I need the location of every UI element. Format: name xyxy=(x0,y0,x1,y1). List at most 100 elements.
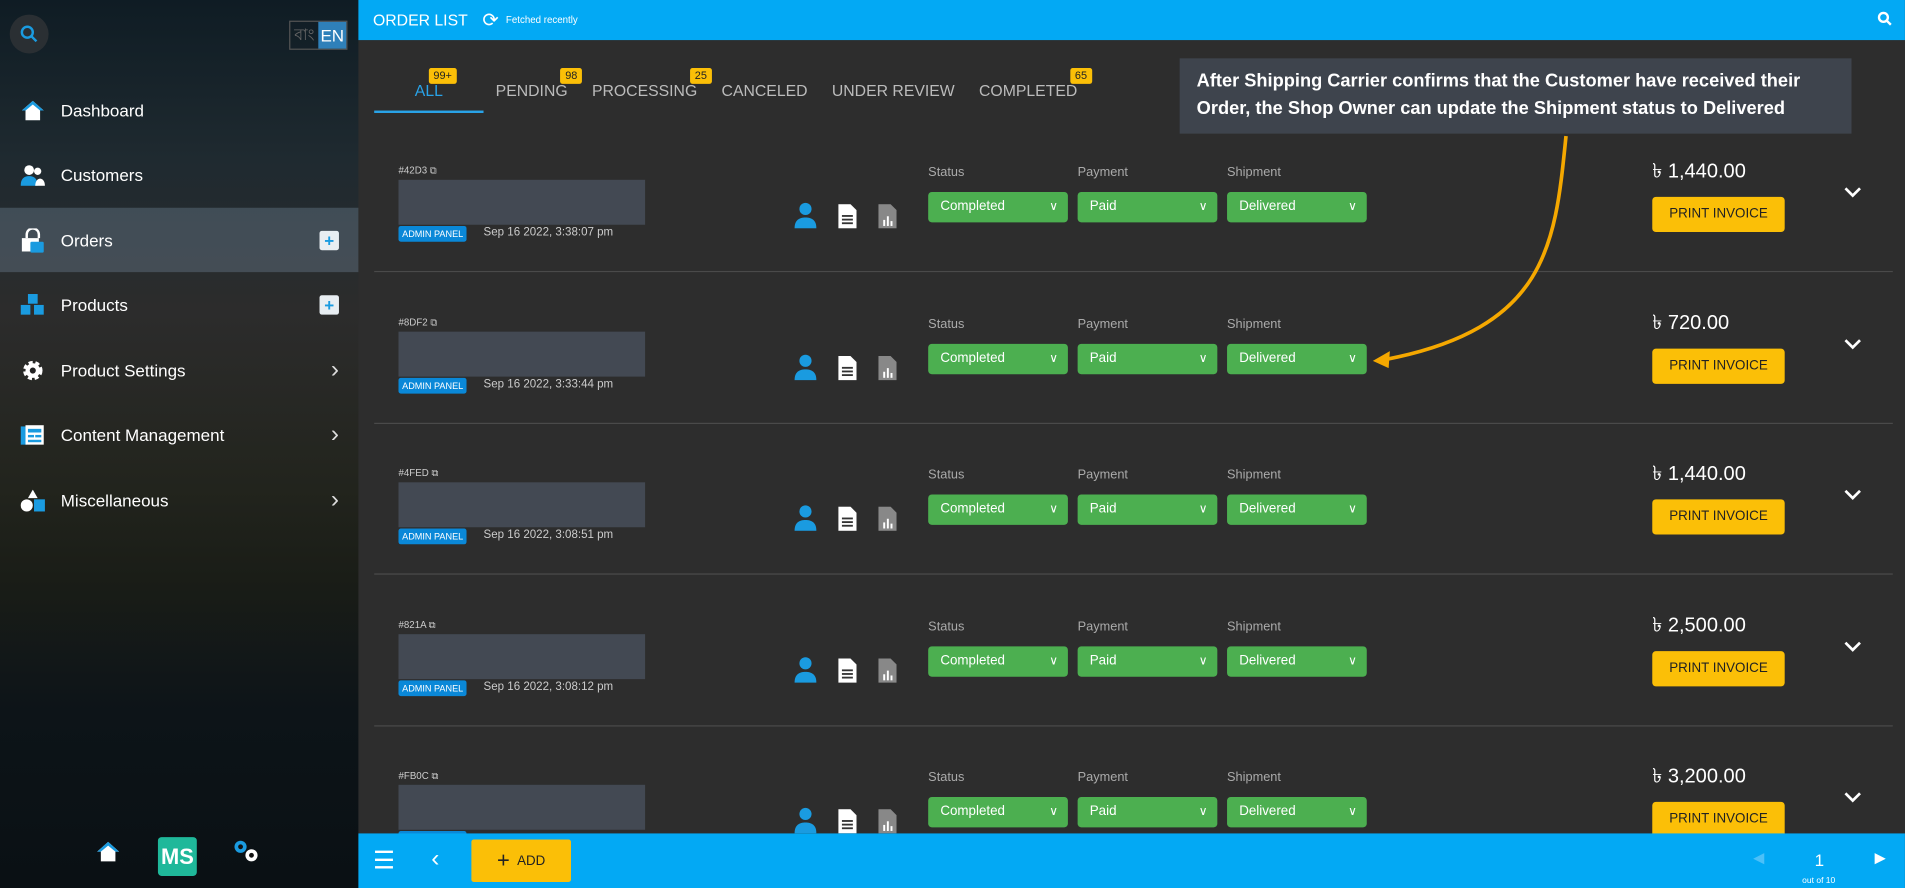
chevron-right-icon[interactable]: › xyxy=(331,486,339,514)
tab-label: CANCELED xyxy=(721,81,808,100)
print-invoice-button[interactable]: PRINT INVOICE xyxy=(1652,348,1785,384)
status-select[interactable]: Completed ∨ xyxy=(928,191,1068,223)
invoice-document-icon[interactable] xyxy=(838,355,857,385)
status-select[interactable]: Completed ∨ xyxy=(928,796,1068,828)
payment-select[interactable]: Paid ∨ xyxy=(1077,191,1218,223)
tab-all[interactable]: ALL 99+ xyxy=(374,68,484,113)
next-page-button[interactable]: ▶ xyxy=(1875,849,1886,866)
expand-chevron-icon[interactable] xyxy=(1844,787,1861,809)
payment-select[interactable]: Paid ∨ xyxy=(1077,494,1218,525)
tab-completed[interactable]: COMPLETED 65 xyxy=(967,68,1092,113)
customer-icon[interactable] xyxy=(794,202,817,235)
report-chart-icon[interactable] xyxy=(878,204,897,234)
order-amount: ৳ 1,440.00 xyxy=(1652,160,1746,183)
copy-icon[interactable]: ⧉ xyxy=(431,468,438,479)
customer-info-redacted xyxy=(398,331,646,377)
expand-chevron-icon[interactable] xyxy=(1844,182,1861,204)
sidebar-item-miscellaneous[interactable]: Miscellaneous › xyxy=(0,468,358,532)
invoice-document-icon[interactable] xyxy=(838,204,857,234)
shipment-select[interactable]: Delivered ∨ xyxy=(1227,796,1367,828)
tab-label: PENDING xyxy=(495,81,568,100)
status-value: Completed xyxy=(940,501,1005,517)
menu-icon[interactable]: ☰ xyxy=(373,846,395,876)
sidebar-item-content-management[interactable]: Content Management › xyxy=(0,403,358,467)
status-select[interactable]: Completed ∨ xyxy=(928,494,1068,525)
status-select[interactable]: Completed ∨ xyxy=(928,343,1068,374)
prev-page-button[interactable]: ◀ xyxy=(1753,849,1764,866)
payment-select[interactable]: Paid ∨ xyxy=(1077,645,1218,677)
search-icon[interactable] xyxy=(1877,11,1893,33)
back-button[interactable]: ‹ xyxy=(431,846,439,874)
print-invoice-button[interactable]: PRINT INVOICE xyxy=(1652,650,1785,686)
search-button[interactable] xyxy=(9,14,49,54)
home-icon[interactable] xyxy=(95,838,122,865)
shipment-select[interactable]: Delivered ∨ xyxy=(1227,343,1367,374)
add-products-button[interactable]: + xyxy=(319,295,339,315)
print-invoice-button[interactable]: PRINT INVOICE xyxy=(1652,196,1785,233)
copy-icon[interactable]: ⧉ xyxy=(431,770,438,781)
sidebar-item-orders[interactable]: Orders + xyxy=(0,207,359,273)
shipment-select[interactable]: Delivered ∨ xyxy=(1227,645,1367,677)
copy-icon[interactable]: ⧉ xyxy=(430,165,437,176)
order-date: Sep 16 2022, 3:08:12 pm xyxy=(483,679,614,694)
tab-processing[interactable]: PROCESSING 25 xyxy=(580,68,712,113)
copy-icon[interactable]: ⧉ xyxy=(430,316,437,327)
order-id[interactable]: #821A ⧉ xyxy=(398,619,435,631)
payment-label: Payment xyxy=(1077,618,1128,634)
search-icon xyxy=(20,25,38,43)
sidebar-item-products[interactable]: Products + xyxy=(0,273,358,337)
print-invoice-button[interactable]: PRINT INVOICE xyxy=(1652,801,1785,838)
invoice-document-icon[interactable] xyxy=(838,657,857,688)
shapes-icon xyxy=(20,488,45,512)
sidebar-item-dashboard[interactable]: Dashboard xyxy=(0,78,358,142)
source-badge: ADMIN PANEL xyxy=(398,377,467,394)
print-invoice-button[interactable]: PRINT INVOICE xyxy=(1652,499,1785,535)
tab-pending[interactable]: PENDING 98 xyxy=(484,68,583,113)
order-date: Sep 16 2022, 3:38:07 pm xyxy=(483,225,614,240)
order-id[interactable]: #8DF2 ⧉ xyxy=(398,316,437,328)
tab-count-badge: 99+ xyxy=(428,68,457,84)
status-value: Completed xyxy=(940,350,1005,366)
tab-canceled[interactable]: CANCELED xyxy=(709,70,819,113)
order-id[interactable]: #42D3 ⧉ xyxy=(398,165,436,177)
sidebar-item-product-settings[interactable]: Product Settings › xyxy=(0,338,358,402)
add-orders-button[interactable]: + xyxy=(319,230,339,250)
report-chart-icon[interactable] xyxy=(878,355,897,385)
refresh-icon[interactable]: ⟳ xyxy=(482,8,498,32)
payment-select[interactable]: Paid ∨ xyxy=(1077,796,1218,828)
order-id-text: #8DF2 xyxy=(398,316,428,328)
chevron-right-icon[interactable]: › xyxy=(331,421,339,449)
invoice-document-icon[interactable] xyxy=(838,506,857,537)
payment-label: Payment xyxy=(1077,467,1128,483)
lang-bn[interactable]: বাং xyxy=(290,22,318,49)
plus-icon: + xyxy=(497,848,510,873)
report-chart-icon[interactable] xyxy=(878,657,897,688)
sidebar-item-customers[interactable]: Customers xyxy=(0,143,358,207)
top-bar: ORDER LIST ⟳ Fetched recently xyxy=(358,0,1905,41)
order-id[interactable]: #4FED ⧉ xyxy=(398,468,438,480)
expand-chevron-icon[interactable] xyxy=(1844,485,1861,507)
shipment-select[interactable]: Delivered ∨ xyxy=(1227,191,1367,223)
copy-icon[interactable]: ⧉ xyxy=(429,619,436,630)
payment-select[interactable]: Paid ∨ xyxy=(1077,343,1218,374)
shipment-select[interactable]: Delivered ∨ xyxy=(1227,494,1367,525)
add-label: ADD xyxy=(517,853,546,869)
chevron-down-icon: ∨ xyxy=(1198,502,1208,517)
lang-en[interactable]: EN xyxy=(318,21,347,49)
customer-icon[interactable] xyxy=(794,504,817,537)
expand-chevron-icon[interactable] xyxy=(1844,636,1861,658)
sidebar-item-label: Orders xyxy=(60,230,113,250)
ms-logo[interactable]: MS xyxy=(157,837,197,876)
language-switch[interactable]: বাং EN xyxy=(289,20,348,50)
tab-under-review[interactable]: UNDER REVIEW xyxy=(820,70,967,113)
status-select[interactable]: Completed ∨ xyxy=(928,645,1068,677)
chevron-down-icon: ∨ xyxy=(1348,502,1358,517)
report-chart-icon[interactable] xyxy=(878,506,897,537)
order-id[interactable]: #FB0C ⧉ xyxy=(398,770,438,782)
customer-icon[interactable] xyxy=(794,353,817,386)
add-button[interactable]: + ADD xyxy=(471,839,572,883)
customer-icon[interactable] xyxy=(794,655,817,688)
chevron-right-icon[interactable]: › xyxy=(331,356,339,384)
settings-icon[interactable] xyxy=(231,838,263,865)
expand-chevron-icon[interactable] xyxy=(1844,333,1861,355)
